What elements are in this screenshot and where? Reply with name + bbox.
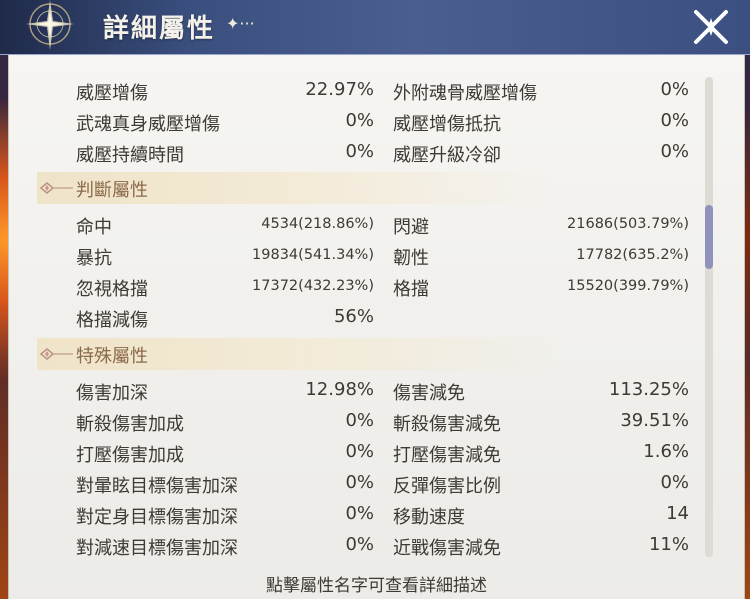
attribute-panel: 威壓增傷 22.97% 外附魂骨威壓增傷 0% 武魂真身威壓增傷 0% 威壓增傷… — [8, 55, 745, 599]
attr-value: 15520(399.79%) — [567, 278, 689, 294]
attribute-row: 對減速目標傷害加深 0% 近戰傷害減免 11% — [9, 534, 744, 562]
attr-value: 0% — [660, 472, 689, 493]
attr-label[interactable]: 格擋減傷 — [76, 306, 148, 332]
attr-value: 1.6% — [643, 441, 689, 462]
title-sparkle-icon: ✦··· — [226, 14, 255, 33]
attr-value: 11% — [648, 534, 689, 555]
dialog-title: 詳細屬性 — [103, 14, 216, 44]
scrollbar-thumb[interactable] — [705, 205, 713, 269]
attr-label[interactable]: 閃避 — [393, 213, 429, 239]
attr-value: 21686(503.79%) — [567, 216, 689, 232]
attr-value: 39.51% — [620, 410, 689, 431]
section-title: 判斷屬性 — [76, 180, 148, 201]
attr-label[interactable]: 傷害減免 — [393, 379, 465, 405]
attr-label[interactable]: 威壓增傷 — [76, 79, 148, 105]
attr-value: 17372(432.23%) — [252, 278, 374, 294]
attr-label[interactable]: 武魂真身威壓增傷 — [76, 110, 220, 136]
attr-value: 14 — [666, 503, 689, 524]
attr-value: 0% — [345, 503, 374, 524]
attr-label[interactable]: 對暈眩目標傷害加深 — [76, 472, 238, 498]
attr-label[interactable]: 反彈傷害比例 — [393, 472, 501, 498]
attribute-row: 威壓持續時間 0% 威壓升級冷卻 0% — [9, 141, 744, 169]
attr-value: 4534(218.86%) — [261, 216, 374, 232]
attr-value: 0% — [345, 472, 374, 493]
attr-label[interactable]: 斬殺傷害加成 — [76, 410, 184, 436]
attr-label[interactable]: 對定身目標傷害加深 — [76, 503, 238, 529]
compass-star-icon — [26, 0, 74, 50]
section-ornament-icon — [39, 348, 73, 360]
attribute-row: 威壓增傷 22.97% 外附魂骨威壓增傷 0% — [9, 79, 744, 107]
attr-value: 22.97% — [305, 79, 374, 100]
attr-label[interactable]: 外附魂骨威壓增傷 — [393, 79, 537, 105]
section-ornament-icon — [39, 182, 73, 194]
attr-label[interactable]: 斬殺傷害減免 — [393, 410, 501, 436]
section-header-special: 特殊屬性 — [37, 338, 557, 370]
attr-label[interactable]: 移動速度 — [393, 503, 465, 529]
attr-value: 0% — [345, 410, 374, 431]
attribute-row: 暴抗 19834(541.34%) 韌性 17782(635.2%) — [9, 244, 744, 272]
attr-label[interactable]: 對減速目標傷害加深 — [76, 534, 238, 560]
attr-value: 0% — [660, 110, 689, 131]
attr-label[interactable]: 忽視格擋 — [76, 275, 148, 301]
section-title: 特殊屬性 — [76, 346, 148, 367]
attr-value: 56% — [333, 306, 374, 327]
attr-value: 0% — [345, 141, 374, 162]
attr-value: 0% — [660, 141, 689, 162]
section-header-judgement: 判斷屬性 — [37, 172, 557, 204]
attribute-row: 忽視格擋 17372(432.23%) 格擋 15520(399.79%) — [9, 275, 744, 303]
attribute-row: 命中 4534(218.86%) 閃避 21686(503.79%) — [9, 213, 744, 241]
attribute-row: 傷害加深 12.98% 傷害減免 113.25% — [9, 379, 744, 407]
attr-label[interactable]: 威壓升級冷卻 — [393, 141, 501, 167]
attr-value: 0% — [345, 441, 374, 462]
attr-value: 0% — [660, 79, 689, 100]
attribute-row: 對暈眩目標傷害加深 0% 反彈傷害比例 0% — [9, 472, 744, 500]
attribute-row: 斬殺傷害加成 0% 斬殺傷害減免 39.51% — [9, 410, 744, 438]
attr-label[interactable]: 格擋 — [393, 275, 429, 301]
footer-hint: 點擊屬性名字可查看詳細描述 — [266, 576, 487, 596]
attr-label[interactable]: 傷害加深 — [76, 379, 148, 405]
attr-value: 12.98% — [305, 379, 374, 400]
attr-label[interactable]: 打壓傷害加成 — [76, 441, 184, 467]
attr-value: 19834(541.34%) — [252, 247, 374, 263]
attr-value: 17782(635.2%) — [576, 247, 689, 263]
attribute-row: 對定身目標傷害加深 0% 移動速度 14 — [9, 503, 744, 531]
close-x-icon[interactable] — [688, 4, 734, 50]
attr-label[interactable]: 威壓持續時間 — [76, 141, 184, 167]
attr-label[interactable]: 暴抗 — [76, 244, 112, 270]
attr-value: 113.25% — [608, 379, 689, 400]
attr-value: 0% — [345, 110, 374, 131]
attribute-row: 武魂真身威壓增傷 0% 威壓增傷抵抗 0% — [9, 110, 744, 138]
attr-label[interactable]: 命中 — [76, 213, 112, 239]
attr-label[interactable]: 打壓傷害減免 — [393, 441, 501, 467]
dialog-header: 詳細屬性 ✦··· — [0, 0, 750, 55]
attr-label[interactable]: 威壓增傷抵抗 — [393, 110, 501, 136]
attr-label[interactable]: 近戰傷害減免 — [393, 534, 501, 560]
attribute-row: 格擋減傷 56% — [9, 306, 744, 334]
attr-label[interactable]: 韌性 — [393, 244, 429, 270]
attr-value: 0% — [345, 534, 374, 555]
attribute-row: 打壓傷害加成 0% 打壓傷害減免 1.6% — [9, 441, 744, 469]
scrollbar-track[interactable] — [705, 77, 713, 557]
